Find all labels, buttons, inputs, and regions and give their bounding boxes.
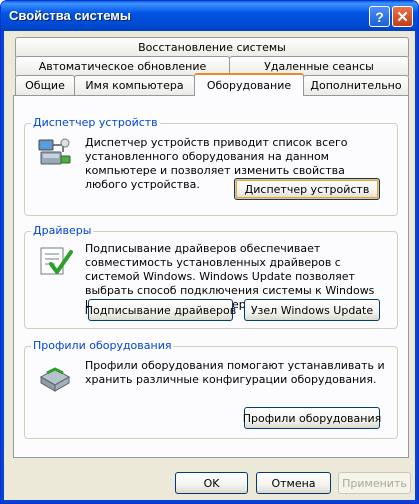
tab-system-restore[interactable]: Восстановление системы [15,37,409,57]
button-label: Узел Windows Update [250,303,374,317]
button-label: Применить [342,476,407,490]
window-border-left [1,31,4,503]
button-label: Профили оборудования [242,411,382,425]
title-bar[interactable]: Свойства системы ? ✕ [1,1,418,31]
tab-hardware[interactable]: Оборудование [194,73,304,96]
drivers-checkmark-icon [40,247,73,275]
help-icon: ? [375,8,384,25]
help-button[interactable]: ? [369,6,390,27]
group-title: Профили оборудования [31,339,174,352]
cancel-button[interactable]: Отмена [256,472,331,494]
window-border-right [415,31,418,503]
tab-label: Оборудование [206,79,292,92]
tab-computer-name[interactable]: Имя компьютера [74,75,195,95]
button-label: Отмена [271,476,316,490]
system-properties-window: Свойства системы ? ✕ Восстановление сист… [0,0,419,504]
button-label: Диспетчер устройств [244,182,370,196]
hardware-profiles-button[interactable]: Профили оборудования [242,407,382,429]
hardware-profiles-description: Профили оборудования помогают устанавлив… [85,359,385,386]
tab-label: Дополнительно [310,79,402,92]
close-button[interactable]: ✕ [392,6,413,27]
tab-label: Автоматическое обновление [38,60,207,73]
tab-label: Восстановление системы [138,41,286,54]
hardware-profiles-icon [39,367,71,392]
windows-update-button[interactable]: Узел Windows Update [244,299,380,321]
drivers-group: Драйверы Подписывание драйверов обеспечи… [24,224,398,329]
window-border-bottom [1,500,418,503]
tab-general[interactable]: Общие [15,75,75,95]
hardware-tab-panel: Диспетчер устройств Диспетчер устройств … [13,95,409,458]
device-manager-group: Диспетчер устройств Диспетчер устройств … [24,116,398,216]
group-title: Драйверы [31,224,94,237]
button-label: OK [203,476,220,490]
group-title: Диспетчер устройств [31,116,160,129]
button-label: Подписывание драйверов [84,303,237,317]
tab-label: Удаленные сеансы [264,60,374,73]
window-title: Свойства системы [9,8,131,23]
tab-advanced[interactable]: Дополнительно [303,75,409,95]
close-icon: ✕ [396,8,409,26]
tab-label: Общие [25,79,65,92]
hardware-profiles-group: Профили оборудования Профили оборудовани… [24,339,398,439]
ok-button[interactable]: OK [175,472,248,494]
tab-label: Имя компьютера [85,79,184,92]
device-manager-button[interactable]: Диспетчер устройств [234,178,380,200]
apply-button[interactable]: Применить [338,472,411,494]
driver-signing-button[interactable]: Подписывание драйверов [84,299,237,321]
device-manager-icon [38,138,71,165]
